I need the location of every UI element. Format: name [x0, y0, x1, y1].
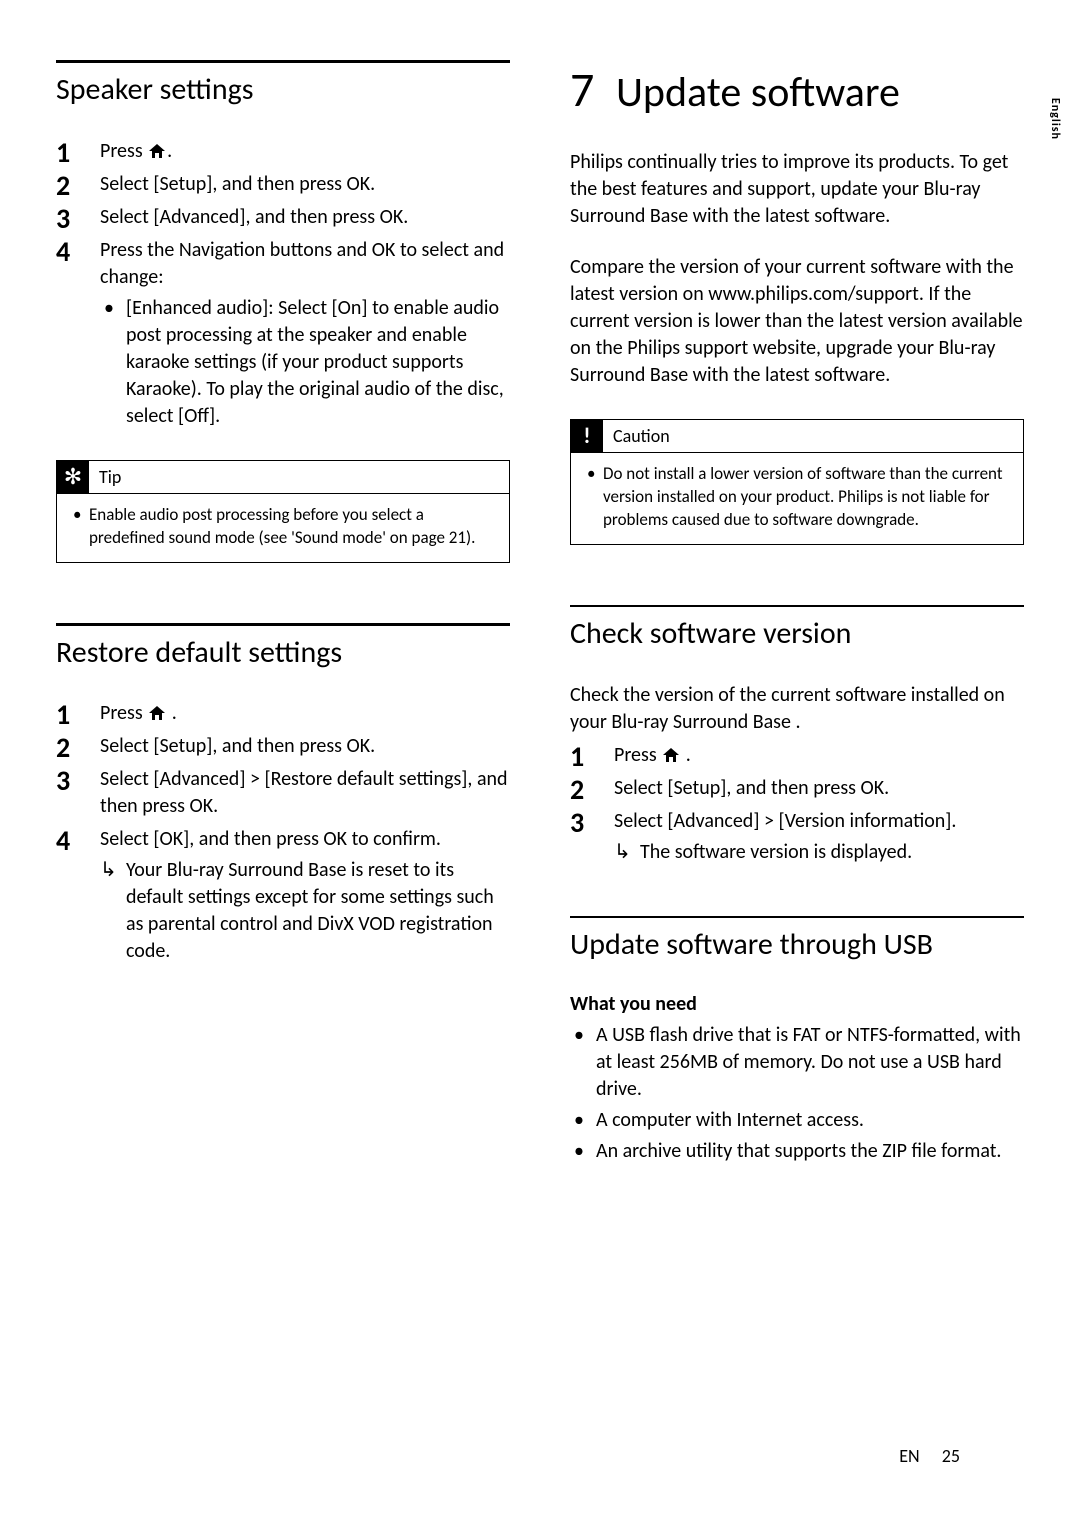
step-text: Select [Advanced] > [Restore default set…: [100, 767, 508, 818]
step-text: Select [OK], and then press OK to confir…: [100, 827, 441, 851]
tip-icon: ✻: [57, 461, 89, 493]
section-update-usb: Update software through USB What you nee…: [570, 916, 1024, 1166]
usb-needs-list: A USB flash drive that is FAT or NTFS-fo…: [570, 1022, 1024, 1165]
step-4: Select [OK], and then press OK to confir…: [56, 826, 510, 965]
bullet-text: A USB flash drive that is FAT or NTFS-fo…: [596, 1023, 1021, 1101]
update-intro-2: Compare the version of your current soft…: [570, 254, 1024, 389]
tip-body: Enable audio post processing before you …: [71, 504, 495, 550]
check-result: The software version is displayed.: [614, 839, 1024, 866]
update-intro-1: Philips continually tries to improve its…: [570, 149, 1024, 230]
list-item: A USB flash drive that is FAT or NTFS-fo…: [570, 1022, 1024, 1103]
step-text: Select [Setup], and then press OK.: [614, 776, 889, 800]
bullet-text: [Enhanced audio]: Select [On] to enable …: [126, 296, 504, 428]
list-item: A computer with Internet access.: [570, 1107, 1024, 1134]
home-icon: [149, 706, 165, 720]
step-4: Press the Navigation buttons and OK to s…: [56, 237, 510, 430]
caution-body: Do not install a lower version of softwa…: [585, 463, 1009, 532]
home-icon: [149, 144, 165, 158]
usb-title: Update software through USB: [570, 928, 1024, 963]
tip-title: Tip: [89, 461, 131, 493]
step-text: Press: [100, 701, 147, 725]
home-icon: [663, 748, 679, 762]
step-1: Press .: [56, 700, 510, 727]
step-text: Select [Advanced], and then press OK.: [100, 205, 408, 229]
step-text: Press: [100, 139, 147, 163]
footer-lang: EN: [899, 1445, 919, 1467]
result-text: Your Blu-ray Surround Base is reset to i…: [126, 858, 494, 963]
page-number: 25: [942, 1445, 960, 1467]
bullet-text: An archive utility that supports the ZIP…: [596, 1139, 1001, 1163]
chapter-header: 7 Update software: [570, 60, 1024, 119]
speaker-steps: Press . Select [Setup], and then press O…: [56, 138, 510, 430]
enhanced-audio-bullet: [Enhanced audio]: Select [On] to enable …: [100, 295, 510, 430]
restore-steps: Press . Select [Setup], and then press O…: [56, 700, 510, 965]
step-3: Select [Advanced], and then press OK.: [56, 204, 510, 231]
step-text-after: .: [681, 743, 691, 767]
check-intro: Check the version of the current softwar…: [570, 682, 1024, 736]
language-label: English: [1048, 98, 1062, 140]
step-1: Press .: [570, 742, 1024, 769]
list-item: An archive utility that supports the ZIP…: [570, 1138, 1024, 1165]
bullet-text: A computer with Internet access.: [596, 1108, 864, 1132]
page-footer: EN 25: [899, 1445, 960, 1467]
chapter-title: Update software: [616, 67, 900, 118]
step-text: Press the Navigation buttons and OK to s…: [100, 238, 504, 289]
restore-result: Your Blu-ray Surround Base is reset to i…: [100, 857, 510, 965]
right-column: 7 Update software Philips continually tr…: [570, 60, 1024, 1215]
chapter-number: 7: [570, 60, 594, 119]
step-1: Press .: [56, 138, 510, 165]
step-text: Select [Advanced] > [Version information…: [614, 809, 956, 833]
step-2: Select [Setup], and then press OK.: [56, 171, 510, 198]
step-text: Select [Setup], and then press OK.: [100, 734, 375, 758]
tip-callout: ✻ Tip Enable audio post processing befor…: [56, 460, 510, 563]
restore-title: Restore default settings: [56, 636, 510, 671]
step-3: Select [Advanced] > [Restore default set…: [56, 766, 510, 820]
section-check-version: Check software version Check the version…: [570, 605, 1024, 866]
step-text: Select [Setup], and then press OK.: [100, 172, 375, 196]
check-steps: Press . Select [Setup], and then press O…: [570, 742, 1024, 866]
section-speaker-settings: Speaker settings Press . Select [Setup],…: [56, 60, 510, 563]
step-text-after: .: [167, 139, 172, 163]
caution-icon: !: [571, 420, 603, 452]
step-3: Select [Advanced] > [Version information…: [570, 808, 1024, 866]
step-2: Select [Setup], and then press OK.: [570, 775, 1024, 802]
what-you-need-subhead: What you need: [570, 992, 1024, 1016]
left-column: Speaker settings Press . Select [Setup],…: [56, 60, 510, 1215]
result-text: The software version is displayed.: [640, 840, 912, 864]
step-2: Select [Setup], and then press OK.: [56, 733, 510, 760]
caution-title: Caution: [603, 420, 680, 452]
caution-callout: ! Caution Do not install a lower version…: [570, 419, 1024, 545]
check-title: Check software version: [570, 617, 1024, 652]
section-restore-defaults: Restore default settings Press . Select …: [56, 623, 510, 966]
speaker-settings-title: Speaker settings: [56, 73, 510, 108]
step-text: Press: [614, 743, 661, 767]
step-text-after: .: [167, 701, 177, 725]
